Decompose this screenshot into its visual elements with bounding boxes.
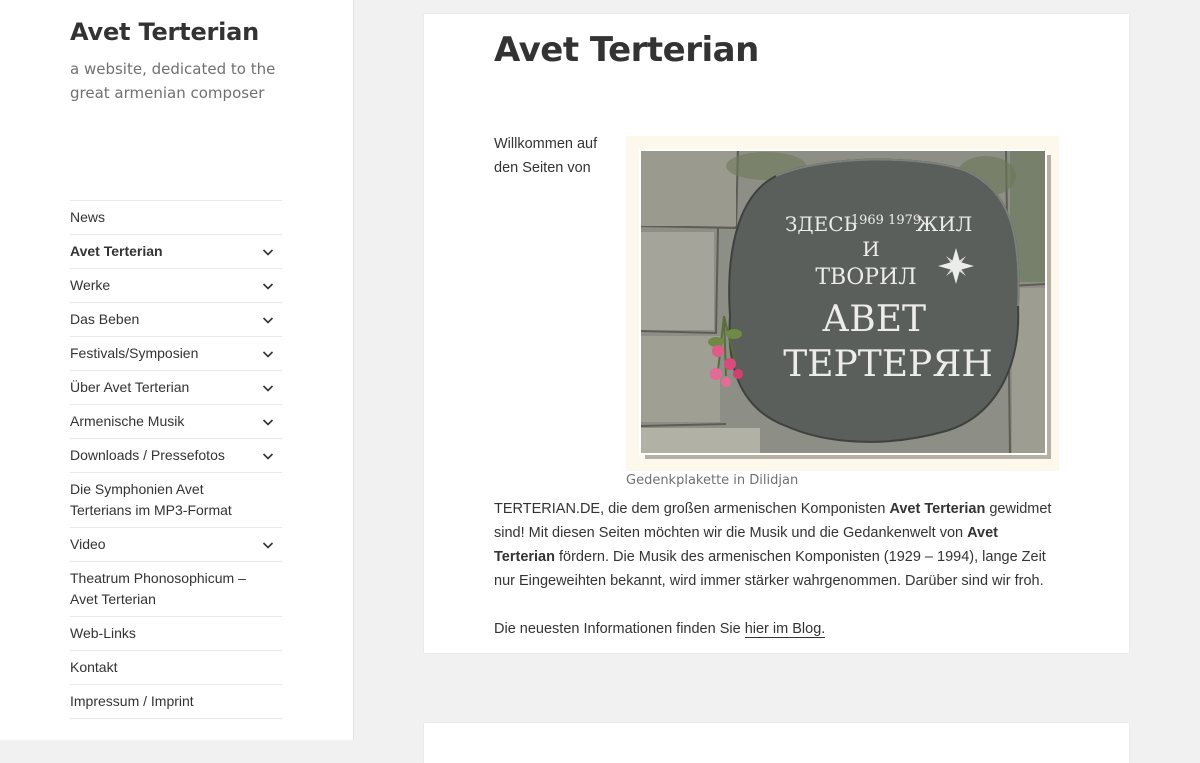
chevron-down-icon[interactable] <box>260 414 276 430</box>
plaque-text-line2: И <box>862 237 879 261</box>
nav-item[interactable]: News <box>70 201 282 235</box>
nav-item[interactable]: Web-Links <box>70 617 282 651</box>
nav-item-label[interactable]: Avet Terterian <box>70 241 282 262</box>
chevron-down-icon[interactable] <box>260 278 276 294</box>
main-navigation: News Avet Terterian Werke Das Beben Festival… <box>70 200 282 719</box>
latest-info-text: Die neuesten Informationen finden Sie <box>494 621 745 637</box>
blog-link[interactable]: hier im Blog. <box>744 621 826 638</box>
nav-item[interactable]: Avet Terterian <box>70 235 282 269</box>
nav-item[interactable]: Das Beben <box>70 303 282 337</box>
nav-item-label[interactable]: Über Avet Terterian <box>70 377 282 398</box>
plaque-image: ЗДЕСЬ 1969 1979 ЖИЛ И ТВОРИЛ АВЕТ ТЕРТЕР… <box>639 149 1051 459</box>
nav-item-label[interactable]: Festivals/Symposien <box>70 343 282 364</box>
chevron-down-icon[interactable] <box>260 448 276 464</box>
nav-item[interactable]: Festivals/Symposien <box>70 337 282 371</box>
nav-item[interactable]: Downloads / Pressefotos <box>70 439 282 473</box>
nav-item[interactable]: Die Symphonien Avet Terterians im MP3-Fo… <box>70 473 282 528</box>
next-article-card <box>424 723 1129 763</box>
nav-item[interactable]: Werke <box>70 269 282 303</box>
nav-item-label[interactable]: Das Beben <box>70 309 282 330</box>
article-title: Avet Terterian <box>494 30 759 70</box>
nav-item-label[interactable]: Werke <box>70 275 282 296</box>
chevron-down-icon[interactable] <box>260 346 276 362</box>
sidebar: Avet Terterian a website, dedicated to t… <box>0 0 353 740</box>
chevron-down-icon[interactable] <box>260 244 276 260</box>
nav-item-label[interactable]: Die Symphonien Avet Terterians im MP3-Fo… <box>70 479 282 521</box>
nav-item-label[interactable]: Armenische Musik <box>70 411 282 432</box>
nav-item-label[interactable]: Kontakt <box>70 657 282 678</box>
plaque-text-name2: ТЕРТЕРЯН <box>783 344 993 385</box>
chevron-down-icon[interactable] <box>260 537 276 553</box>
nav-item[interactable]: Armenische Musik <box>70 405 282 439</box>
nav-item-label[interactable]: Theatrum Phonosophicum – Avet Terterian <box>70 568 282 610</box>
chevron-down-icon[interactable] <box>260 380 276 396</box>
plaque-photo: ЗДЕСЬ 1969 1979 ЖИЛ И ТВОРИЛ АВЕТ ТЕРТЕР… <box>626 136 1059 471</box>
plaque-text-line3: ТВОРИЛ <box>815 265 916 290</box>
nav-item-label[interactable]: Impressum / Imprint <box>70 691 282 712</box>
article-body: ЗДЕСЬ 1969 1979 ЖИЛ И ТВОРИЛ АВЕТ ТЕРТЕР… <box>494 132 1059 641</box>
chevron-down-icon[interactable] <box>260 312 276 328</box>
nav-item-label[interactable]: Downloads / Pressefotos <box>70 445 282 466</box>
intro-text-3: fördern. Die Musik des armenischen Kompo… <box>494 549 1046 589</box>
figure-caption: Gedenkplakette in Dilidjan <box>626 473 799 488</box>
nav-item[interactable]: Theatrum Phonosophicum – Avet Terterian <box>70 562 282 617</box>
plaque-figure: ЗДЕСЬ 1969 1979 ЖИЛ И ТВОРИЛ АВЕТ ТЕРТЕР… <box>626 136 1059 491</box>
nav-item-label[interactable]: News <box>70 207 282 228</box>
nav-item[interactable]: Video <box>70 528 282 562</box>
plaque-text-name1: АВЕТ <box>822 299 926 340</box>
site-description: a website, dedicated to the great armeni… <box>70 60 276 102</box>
site-title[interactable]: Avet Terterian <box>70 18 259 46</box>
nav-item-label[interactable]: Video <box>70 534 282 555</box>
intro-bold-name-1: Avet Terterian <box>889 501 986 517</box>
nav-item-label[interactable]: Web-Links <box>70 623 282 644</box>
plaque-text-years: 1969 1979 <box>851 213 921 228</box>
latest-info-paragraph: Die neuesten Informationen finden Sie hi… <box>494 617 1059 641</box>
article-card: Avet Terterian ЗДЕСЬ 1969 1979 ЖИЛ И ТВО… <box>424 14 1129 653</box>
nav-item[interactable]: Impressum / Imprint <box>70 685 282 719</box>
plaque-text-line1b: ЖИЛ <box>916 212 973 236</box>
nav-item[interactable]: Über Avet Terterian <box>70 371 282 405</box>
nav-item[interactable]: Kontakt <box>70 651 282 685</box>
plaque-text-line1: ЗДЕСЬ <box>785 212 857 236</box>
